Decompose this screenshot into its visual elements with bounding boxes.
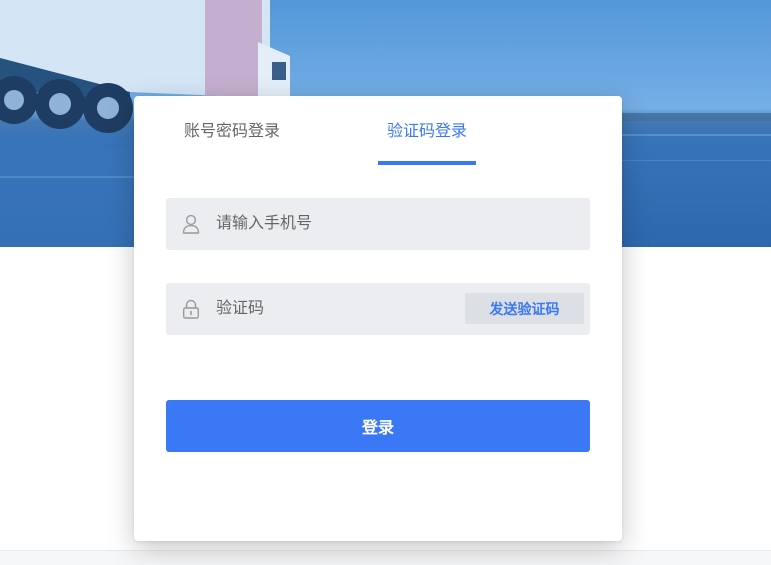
phone-input[interactable] — [216, 198, 456, 250]
tab-underline — [378, 161, 476, 165]
code-field: 发送验证码 — [166, 283, 590, 335]
lock-icon — [183, 299, 200, 319]
tab-label: 账号密码登录 — [183, 123, 280, 140]
tab-password-login[interactable]: 账号密码登录 — [183, 120, 281, 144]
send-code-button[interactable]: 发送验证码 — [465, 293, 584, 324]
tab-code-login[interactable]: 验证码登录 — [378, 120, 476, 165]
phone-field — [166, 198, 590, 250]
login-card: 账号密码登录 验证码登录 发送验证码 登录 — [134, 96, 622, 541]
tab-label: 验证码登录 — [386, 123, 467, 140]
code-input[interactable] — [216, 283, 456, 335]
footer-strip — [0, 550, 771, 565]
login-button[interactable]: 登录 — [166, 400, 590, 452]
road — [0, 150, 134, 247]
user-icon — [182, 214, 200, 234]
